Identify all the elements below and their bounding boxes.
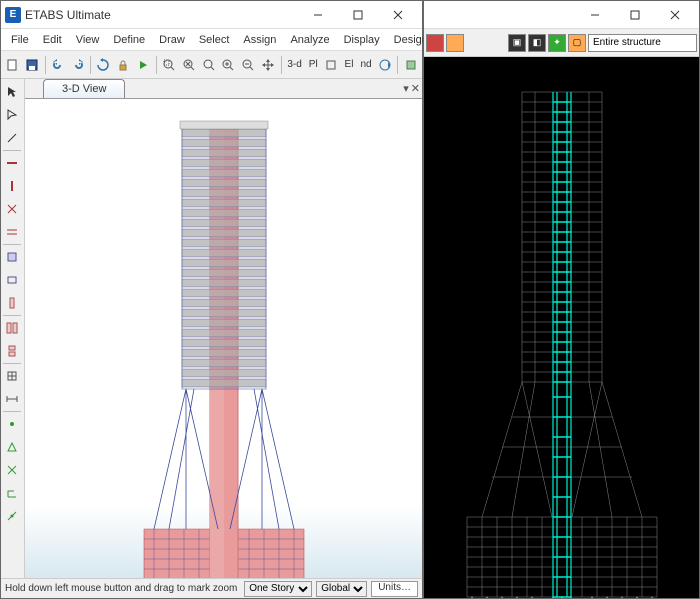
display-c-icon[interactable]: ✦	[548, 34, 566, 52]
tab-dropdown-icon[interactable]: ▾	[403, 82, 409, 95]
menu-display[interactable]: Display	[338, 32, 386, 48]
right-toolbar: ▣ ◧ ✦ ▢ Entire structure	[424, 29, 699, 57]
secondary-window: ▣ ◧ ✦ ▢ Entire structure	[423, 0, 700, 599]
maximize-button[interactable]	[615, 2, 655, 28]
building-3d-model	[114, 109, 334, 578]
draw-brace-icon[interactable]	[1, 198, 23, 220]
statusbar: Hold down left mouse button and drag to …	[1, 578, 422, 598]
app-icon: E	[5, 7, 21, 23]
titlebar-right	[424, 1, 699, 29]
zoom-out-icon[interactable]	[239, 54, 258, 76]
snap-line-icon[interactable]	[1, 505, 23, 527]
zoom-rubber-icon[interactable]	[159, 54, 178, 76]
menu-file[interactable]: File	[5, 32, 35, 48]
menu-define[interactable]: Define	[107, 32, 151, 48]
3d-viewport[interactable]	[25, 99, 422, 578]
mode-nd-label[interactable]: nd	[357, 59, 374, 70]
draw-line-icon[interactable]	[1, 127, 23, 149]
display-selector[interactable]: Entire structure	[588, 34, 697, 52]
minimize-button[interactable]	[575, 2, 615, 28]
display-d-icon[interactable]: ▢	[568, 34, 586, 52]
draw-walls-icon[interactable]	[1, 317, 23, 339]
maximize-button[interactable]	[338, 2, 378, 28]
titlebar: E ETABS Ultimate	[1, 1, 422, 29]
display-a-icon[interactable]: ▣	[508, 34, 526, 52]
menu-select[interactable]: Select	[193, 32, 236, 48]
draw-secondary-icon[interactable]	[1, 221, 23, 243]
toolbar: 3-d Pl El nd	[1, 51, 422, 79]
refresh-icon[interactable]	[94, 54, 113, 76]
zoom-in-icon[interactable]	[219, 54, 238, 76]
save-icon[interactable]	[23, 54, 42, 76]
object-icon[interactable]	[401, 54, 420, 76]
story-select[interactable]: One Story	[244, 581, 312, 597]
status-message: Hold down left mouse button and drag to …	[5, 583, 240, 594]
redo-icon[interactable]	[68, 54, 87, 76]
view-orange-icon[interactable]	[446, 34, 464, 52]
window-title: ETABS Ultimate	[25, 8, 298, 22]
reshape-icon[interactable]	[1, 104, 23, 126]
draw-toolbar	[1, 79, 25, 578]
wireframe-viewport[interactable]	[424, 57, 699, 598]
snap-point-icon[interactable]	[1, 413, 23, 435]
close-button[interactable]	[655, 2, 695, 28]
mode-3d-label[interactable]: 3-d	[284, 59, 304, 70]
menu-edit[interactable]: Edit	[37, 32, 68, 48]
dimension-icon[interactable]	[1, 388, 23, 410]
snap-perp-icon[interactable]	[1, 482, 23, 504]
menubar: File Edit View Define Draw Select Assign…	[1, 29, 422, 51]
pan-icon[interactable]	[259, 54, 278, 76]
etabs-window: E ETABS Ultimate File Edit View Define D…	[0, 0, 423, 599]
zoom-previous-icon[interactable]	[199, 54, 218, 76]
draw-wallstack-icon[interactable]	[1, 340, 23, 362]
draw-rect-icon[interactable]	[1, 269, 23, 291]
grid-icon[interactable]	[1, 365, 23, 387]
tab-strip: 3-D View ▾ ✕	[25, 79, 422, 99]
run-icon[interactable]	[134, 54, 153, 76]
draw-floor-icon[interactable]	[1, 246, 23, 268]
rotate-icon[interactable]	[376, 54, 395, 76]
undo-icon[interactable]	[49, 54, 68, 76]
menu-assign[interactable]: Assign	[237, 32, 282, 48]
snap-mid-icon[interactable]	[1, 436, 23, 458]
display-b-icon[interactable]: ◧	[528, 34, 546, 52]
pointer-icon[interactable]	[1, 81, 23, 103]
draw-beam-icon[interactable]	[1, 152, 23, 174]
close-button[interactable]	[378, 2, 418, 28]
draw-column-icon[interactable]	[1, 175, 23, 197]
coord-select[interactable]: Global	[316, 581, 367, 597]
wireframe-model	[457, 77, 667, 598]
tab-3d-view[interactable]: 3-D View	[43, 79, 125, 98]
menu-analyze[interactable]: Analyze	[284, 32, 335, 48]
view-red-icon[interactable]	[426, 34, 444, 52]
menu-draw[interactable]: Draw	[153, 32, 191, 48]
minimize-button[interactable]	[298, 2, 338, 28]
zoom-extents-icon[interactable]	[179, 54, 198, 76]
units-button[interactable]: Units…	[371, 581, 418, 597]
mode-pl-label[interactable]: Pl	[306, 59, 321, 70]
snap-intersect-icon[interactable]	[1, 459, 23, 481]
menu-view[interactable]: View	[70, 32, 106, 48]
tab-close-icon[interactable]: ✕	[411, 82, 420, 95]
new-icon[interactable]	[3, 54, 22, 76]
draw-wall-icon[interactable]	[1, 292, 23, 314]
view-elev-icon[interactable]	[322, 54, 341, 76]
lock-icon[interactable]	[114, 54, 133, 76]
mode-el-label[interactable]: El	[342, 59, 357, 70]
